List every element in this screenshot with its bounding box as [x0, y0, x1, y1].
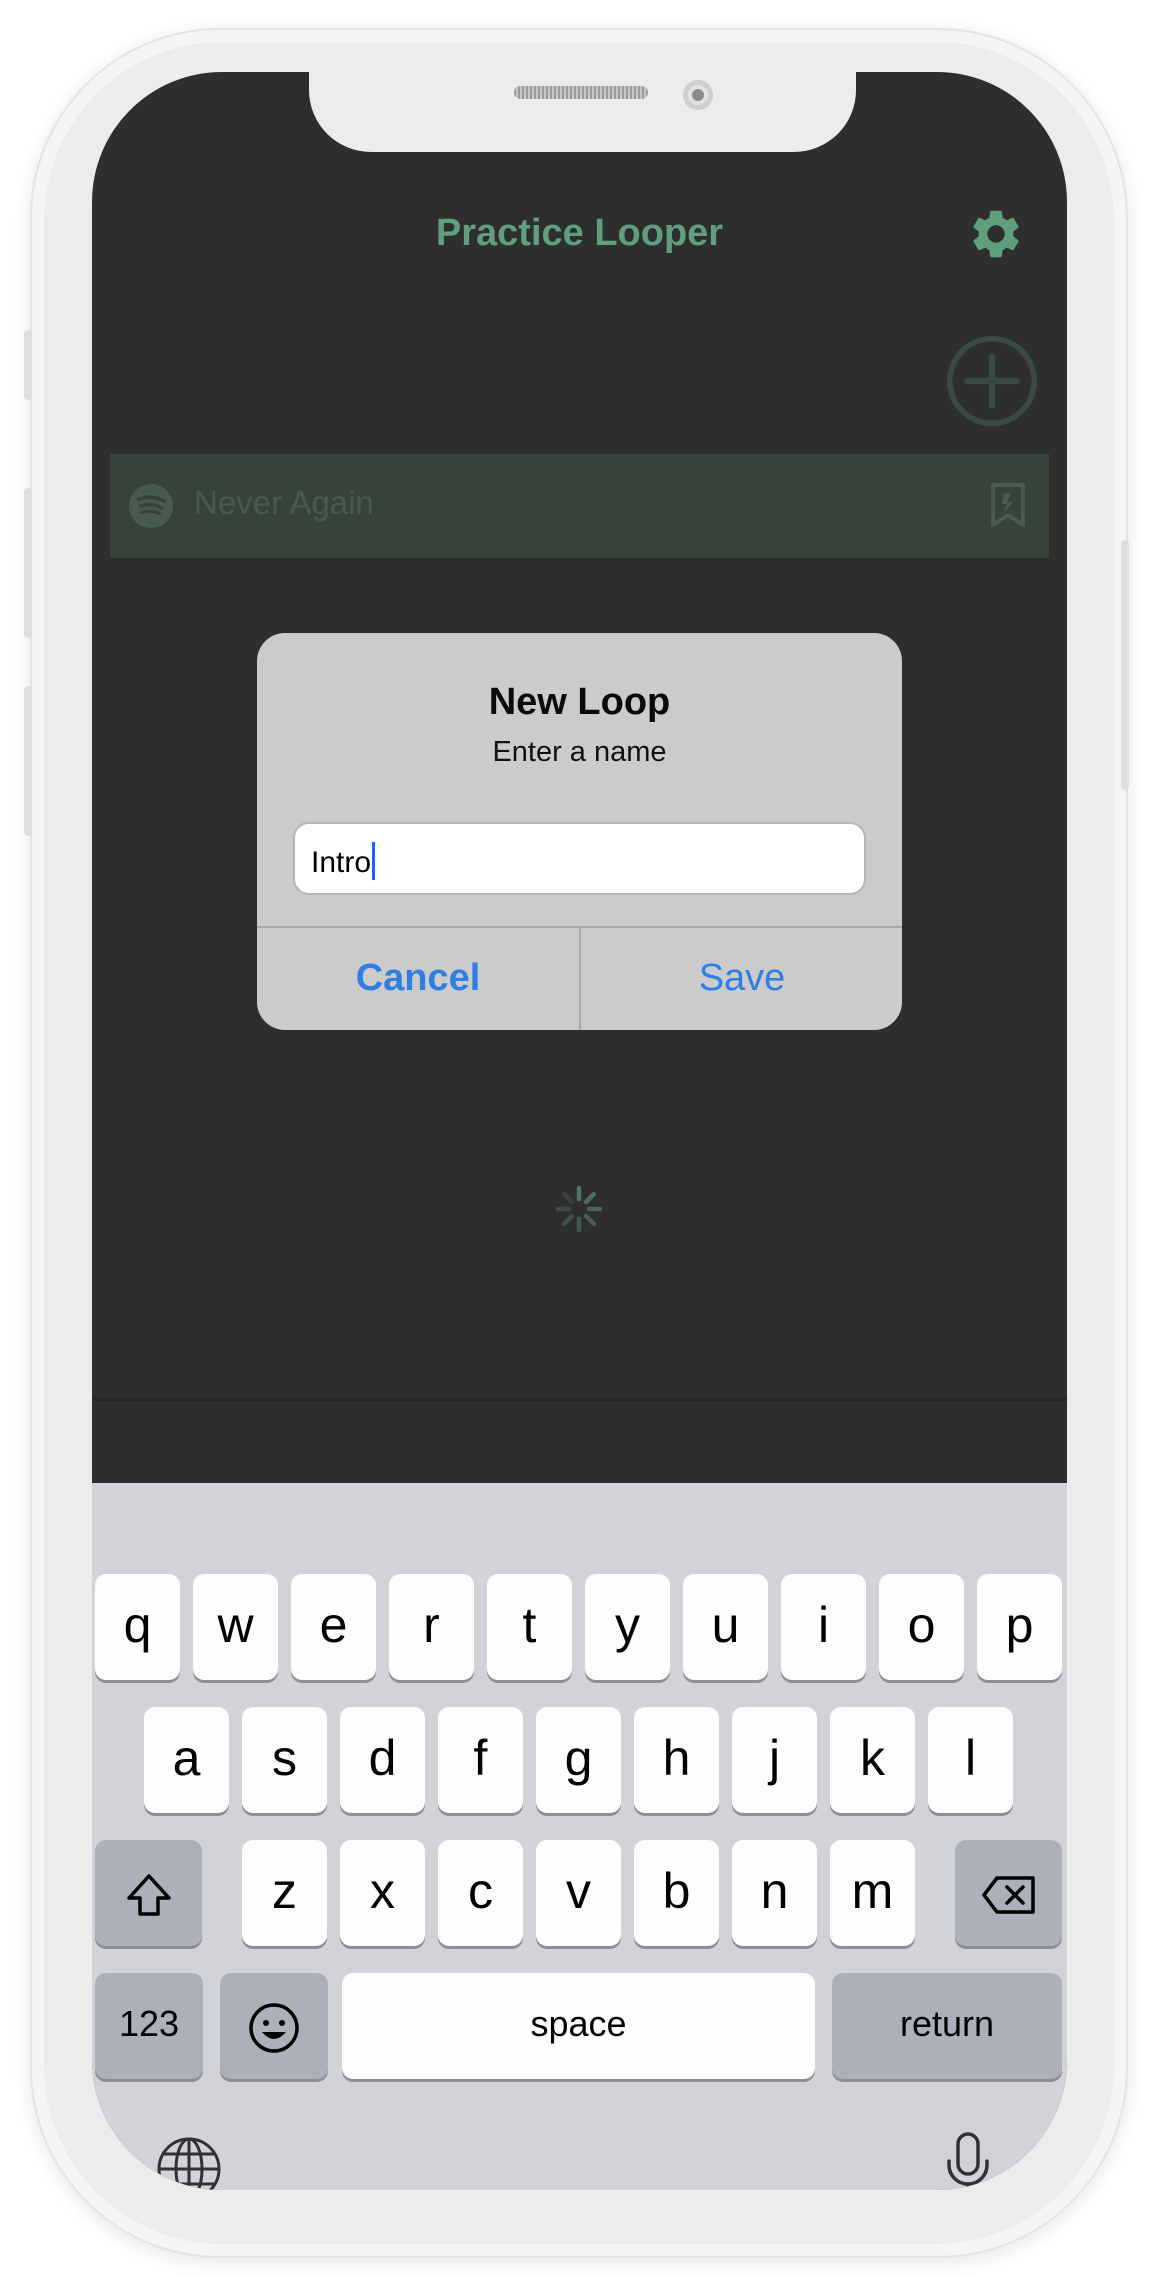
- bookmark-icon[interactable]: [990, 482, 1026, 528]
- key-r[interactable]: r: [389, 1574, 474, 1680]
- key-g[interactable]: g: [536, 1707, 621, 1813]
- phone-screen: Practice Looper Never Again New Loop Ent…: [92, 72, 1067, 2190]
- front-camera: [683, 80, 713, 110]
- toolbar-divider: [92, 1398, 1067, 1401]
- gear-icon[interactable]: [967, 205, 1025, 263]
- key-j[interactable]: j: [732, 1707, 817, 1813]
- loop-name-value: Intro: [311, 846, 372, 879]
- key-y[interactable]: y: [585, 1574, 670, 1680]
- notch: [309, 72, 856, 152]
- loading-spinner-icon: [555, 1185, 603, 1233]
- key-a[interactable]: a: [144, 1707, 229, 1813]
- key-e[interactable]: e: [291, 1574, 376, 1680]
- key-d[interactable]: d: [340, 1707, 425, 1813]
- shift-icon: [126, 1874, 171, 1916]
- key-b[interactable]: b: [634, 1840, 719, 1946]
- emoji-icon: [249, 2003, 299, 2053]
- loop-name-input[interactable]: Intro: [293, 822, 866, 895]
- mute-switch: [24, 330, 32, 400]
- globe-icon[interactable]: [156, 2136, 222, 2190]
- key-p[interactable]: p: [977, 1574, 1062, 1680]
- spotify-icon: [128, 483, 174, 529]
- song-title: Never Again: [194, 484, 374, 521]
- key-k[interactable]: k: [830, 1707, 915, 1813]
- delete-key[interactable]: [955, 1840, 1062, 1946]
- dialog-message: Enter a name: [492, 736, 667, 768]
- backspace-icon: [981, 1876, 1035, 1914]
- dialog-title: New Loop: [488, 681, 671, 723]
- app-title: Practice Looper: [435, 212, 724, 254]
- volume-up-button: [24, 488, 32, 638]
- key-x[interactable]: x: [340, 1840, 425, 1946]
- microphone-icon[interactable]: [943, 2131, 993, 2190]
- text-cursor: [372, 842, 376, 880]
- key-t[interactable]: t: [487, 1574, 572, 1680]
- key-w[interactable]: w: [193, 1574, 278, 1680]
- key-i[interactable]: i: [781, 1574, 866, 1680]
- volume-down-button: [24, 686, 32, 836]
- emoji-key[interactable]: [220, 1973, 328, 2079]
- space-key[interactable]: space: [342, 1973, 815, 2079]
- key-n[interactable]: n: [732, 1840, 817, 1946]
- key-q[interactable]: q: [95, 1574, 180, 1680]
- key-l[interactable]: l: [928, 1707, 1013, 1813]
- numbers-key[interactable]: 123: [95, 1973, 203, 2079]
- keyboard: q w e r t y u i o p a s d f g h j k l z …: [92, 1483, 1067, 2190]
- song-list-item[interactable]: Never Again: [110, 454, 1049, 558]
- key-o[interactable]: o: [879, 1574, 964, 1680]
- power-button: [1121, 540, 1129, 790]
- key-v[interactable]: v: [536, 1840, 621, 1946]
- key-m[interactable]: m: [830, 1840, 915, 1946]
- key-z[interactable]: z: [242, 1840, 327, 1946]
- return-key[interactable]: return: [832, 1973, 1062, 2079]
- add-loop-icon[interactable]: [945, 334, 1039, 428]
- new-loop-dialog: New Loop Enter a name Intro Cancel Save: [257, 633, 902, 1030]
- save-button[interactable]: Save: [581, 927, 902, 1030]
- key-u[interactable]: u: [683, 1574, 768, 1680]
- key-f[interactable]: f: [438, 1707, 523, 1813]
- key-s[interactable]: s: [242, 1707, 327, 1813]
- key-h[interactable]: h: [634, 1707, 719, 1813]
- key-c[interactable]: c: [438, 1840, 523, 1946]
- shift-key[interactable]: [95, 1840, 202, 1946]
- earpiece-speaker: [514, 86, 648, 99]
- cancel-button[interactable]: Cancel: [257, 927, 579, 1030]
